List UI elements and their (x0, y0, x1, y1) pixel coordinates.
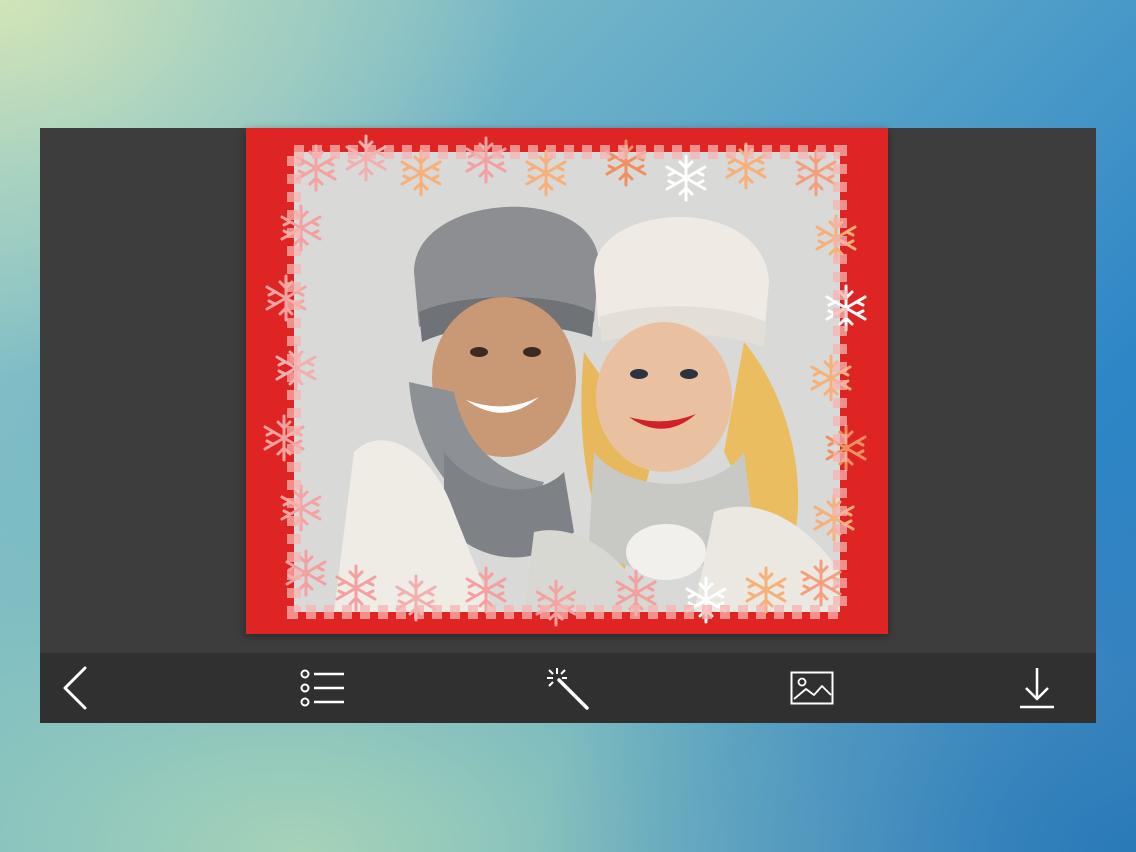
frames-list-button[interactable] (299, 666, 347, 710)
bottom-toolbar (40, 653, 1096, 723)
image-icon (790, 671, 834, 705)
editor-canvas (40, 128, 1096, 653)
effects-button[interactable] (544, 666, 592, 710)
chevron-left-icon (63, 666, 87, 710)
photo-frame[interactable] (246, 128, 888, 634)
back-button[interactable] (52, 666, 100, 710)
photo-frame-editor (40, 128, 1096, 723)
download-icon (1020, 668, 1054, 709)
download-button[interactable] (1013, 666, 1061, 710)
snowflake-border (263, 134, 867, 627)
gallery-button[interactable] (788, 666, 836, 710)
magic-wand-icon (547, 668, 589, 710)
list-icon (300, 669, 344, 707)
